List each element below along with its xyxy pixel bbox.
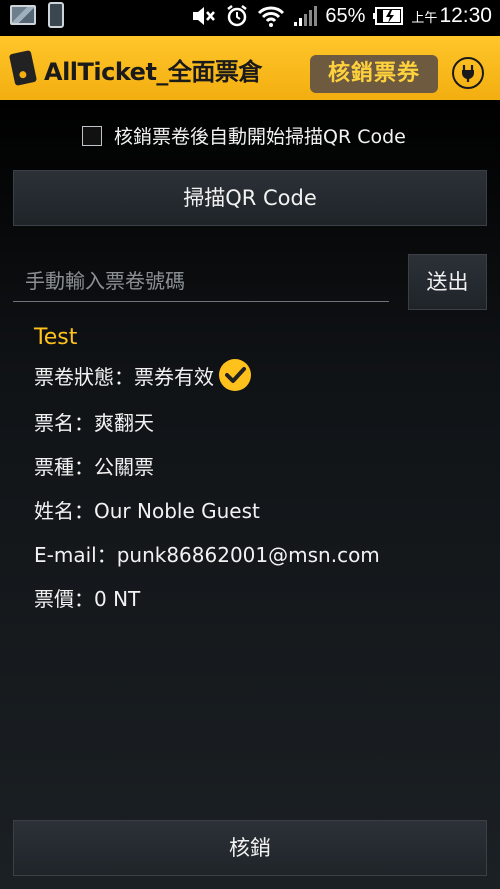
auto-scan-toggle[interactable]: 核銷票卷後自動開始掃描QR Code [82, 122, 406, 149]
ticket-logo-icon [8, 50, 38, 86]
signal-icon [294, 6, 318, 26]
ticket-name: 票名：爽翻天 [34, 411, 154, 435]
app-header: AllTicket_全面票倉 核銷票券 [0, 36, 500, 100]
submit-button[interactable]: 送出 [408, 254, 487, 310]
plug-icon [462, 65, 474, 82]
ticket-type: 票種：公關票 [34, 455, 154, 479]
alarm-icon [227, 5, 248, 27]
phone-icon [48, 2, 64, 28]
ticket-status: 票卷狀態：票券有效 [34, 364, 214, 389]
guest-name: 姓名：Our Noble Guest [34, 499, 260, 523]
battery-percent: 65% [325, 4, 366, 27]
status-bar: 65% 上午 12:30 [0, 0, 500, 36]
guest-email: E-mail：punk86862001@msn.com [34, 543, 380, 567]
battery-icon [373, 7, 404, 25]
wifi-icon [258, 6, 285, 27]
main-content: 核銷票卷後自動開始掃描QR Code 掃描QR Code 送出 Test 票卷狀… [0, 100, 500, 889]
mode-badge: 核銷票券 [310, 55, 438, 93]
auto-scan-checkbox[interactable] [82, 125, 102, 146]
check-circle-icon [219, 359, 251, 391]
ticket-price: 票價：0 NT [34, 587, 141, 611]
ticket-title: Test [34, 325, 78, 350]
gallery-icon [10, 5, 36, 25]
clock: 12:30 [439, 4, 492, 27]
app-logo-text: AllTicket_全面票倉 [44, 58, 262, 86]
ampm-label: 上午 [411, 9, 438, 25]
auto-scan-label: 核銷票卷後自動開始掃描QR Code [114, 126, 406, 148]
ticket-info-panel: Test 票卷狀態：票券有效 票名：爽翻天 票種：公關票 姓名：Our Nobl… [34, 325, 380, 627]
ticket-status-row: 票卷狀態：票券有效 [34, 358, 380, 392]
scan-qr-button[interactable]: 掃描QR Code [13, 170, 487, 226]
mute-icon [193, 7, 216, 25]
ticket-number-input[interactable] [13, 260, 389, 302]
plug-button[interactable] [452, 57, 484, 89]
verify-button[interactable]: 核銷 [13, 820, 487, 876]
